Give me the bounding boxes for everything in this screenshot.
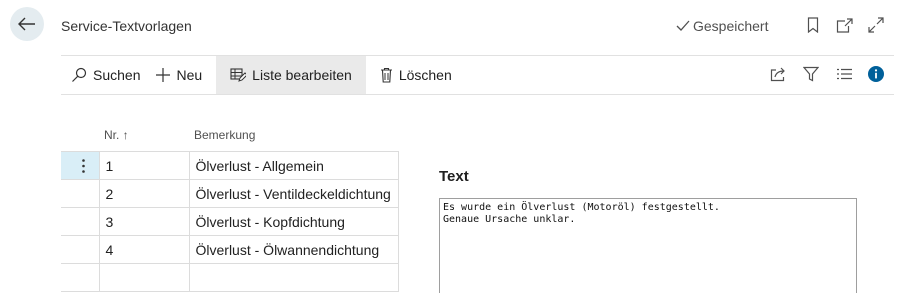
template-list: 1 Ölverlust - Allgemein 2 Ölverlust - Ve… bbox=[61, 151, 399, 292]
row-action-cell[interactable] bbox=[61, 235, 99, 264]
search-button[interactable]: Suchen bbox=[61, 56, 150, 94]
checkmark-icon bbox=[676, 20, 690, 31]
table-row-new[interactable] bbox=[61, 263, 399, 292]
action-bar: Suchen Neu Liste bearbeiten Löschen bbox=[61, 56, 462, 94]
row-nr-cell[interactable]: 3 bbox=[98, 207, 189, 236]
row-remark-cell[interactable]: Ölverlust - Ölwannendichtung bbox=[188, 235, 399, 264]
row-remark-cell[interactable]: Ölverlust - Allgemein bbox=[188, 151, 399, 180]
back-arrow-icon bbox=[18, 17, 35, 31]
row-remark-cell[interactable] bbox=[188, 263, 399, 292]
expand-icon bbox=[868, 17, 884, 33]
text-label: Text bbox=[439, 168, 469, 185]
edit-list-button-label: Liste bearbeiten bbox=[252, 67, 352, 83]
row-action-cell[interactable] bbox=[61, 151, 99, 180]
open-new-window-button[interactable] bbox=[835, 16, 853, 34]
open-new-window-icon bbox=[836, 17, 853, 33]
row-nr-cell[interactable] bbox=[98, 263, 189, 292]
row-nr-cell[interactable]: 4 bbox=[98, 235, 189, 264]
more-options-icon[interactable] bbox=[82, 158, 85, 173]
row-action-cell[interactable] bbox=[61, 179, 99, 208]
delete-button[interactable]: Löschen bbox=[366, 56, 462, 94]
row-action-cell[interactable] bbox=[61, 263, 99, 292]
row-nr-cell[interactable]: 2 bbox=[98, 179, 189, 208]
row-remark-cell[interactable]: Ölverlust - Ventildeckeldichtung bbox=[188, 179, 399, 208]
row-remark-cell[interactable]: Ölverlust - Kopfdichtung bbox=[188, 207, 399, 236]
bookmark-icon bbox=[807, 17, 819, 33]
text-field[interactable]: Es wurde ein Ölverlust (Motoröl) festges… bbox=[439, 198, 857, 293]
column-header-remark[interactable]: Bemerkung bbox=[194, 128, 255, 142]
list-view-button[interactable] bbox=[835, 65, 853, 83]
share-icon bbox=[770, 67, 785, 81]
delete-button-label: Löschen bbox=[398, 67, 452, 83]
bookmark-button[interactable] bbox=[804, 16, 822, 34]
table-row[interactable]: 3 Ölverlust - Kopfdichtung bbox=[61, 207, 399, 236]
expand-button[interactable] bbox=[867, 16, 885, 34]
edit-list-button[interactable]: Liste bearbeiten bbox=[216, 56, 366, 94]
row-nr-cell[interactable]: 1 bbox=[98, 151, 189, 180]
new-button-label: Neu bbox=[176, 67, 203, 83]
table-row[interactable]: 4 Ölverlust - Ölwannendichtung bbox=[61, 235, 399, 264]
filter-icon bbox=[803, 66, 819, 82]
trash-icon bbox=[380, 67, 392, 83]
plus-icon bbox=[156, 68, 171, 82]
saved-status-label: Gespeichert bbox=[693, 18, 769, 34]
list-view-icon bbox=[836, 68, 852, 80]
info-button[interactable] bbox=[867, 65, 885, 83]
edit-list-icon bbox=[230, 68, 247, 82]
table-row[interactable]: 1 Ölverlust - Allgemein bbox=[61, 151, 399, 180]
back-button[interactable] bbox=[10, 7, 44, 41]
column-header-nr[interactable]: Nr. ↑ bbox=[104, 128, 129, 142]
toolbar-divider bbox=[61, 94, 894, 95]
saved-status: Gespeichert bbox=[676, 18, 768, 34]
info-icon bbox=[868, 66, 884, 82]
search-icon bbox=[72, 67, 87, 82]
share-button[interactable] bbox=[769, 65, 787, 83]
search-button-label: Suchen bbox=[93, 67, 141, 83]
table-row[interactable]: 2 Ölverlust - Ventildeckeldichtung bbox=[61, 179, 399, 208]
filter-button[interactable] bbox=[802, 65, 820, 83]
page-title: Service-Textvorlagen bbox=[61, 18, 192, 34]
new-button[interactable]: Neu bbox=[150, 56, 212, 94]
row-action-cell[interactable] bbox=[61, 207, 99, 236]
